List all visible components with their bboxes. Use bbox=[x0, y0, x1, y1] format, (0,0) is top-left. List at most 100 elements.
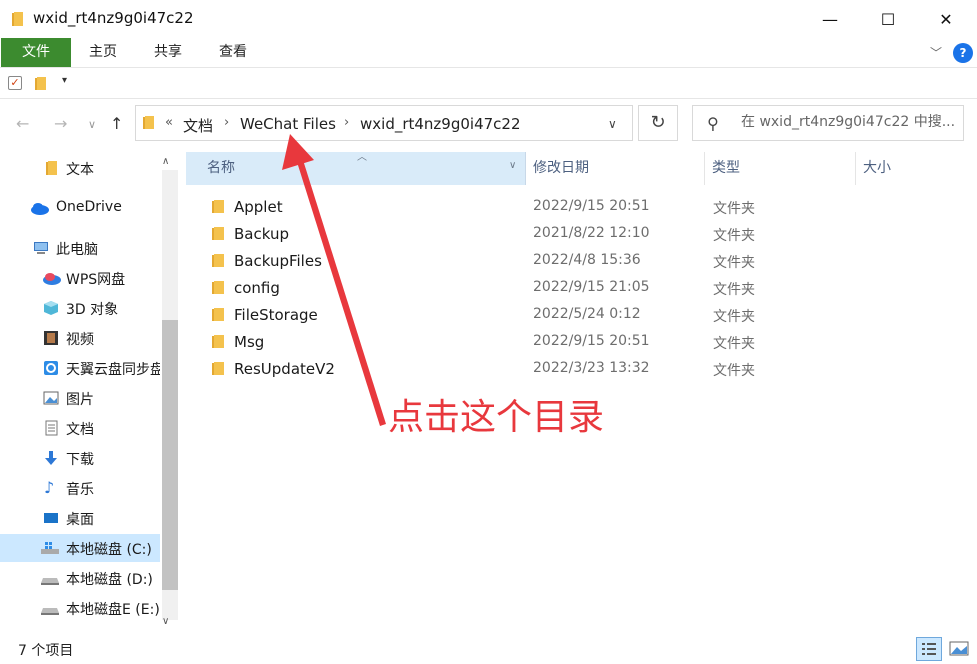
sidebar-item-3d[interactable]: 3D 对象 bbox=[0, 294, 160, 322]
column-header-name[interactable]: 名称 bbox=[186, 152, 526, 185]
file-type: 文件夹 bbox=[713, 336, 755, 352]
column-header-type[interactable]: 类型 bbox=[706, 152, 856, 185]
sidebar-item-wps[interactable]: WPS网盘 bbox=[0, 264, 160, 292]
folder-icon bbox=[143, 116, 154, 129]
sort-ascending-icon: ︿ bbox=[357, 152, 367, 163]
large-icons-view-button[interactable] bbox=[946, 637, 972, 661]
up-arrow-icon[interactable]: ↑ bbox=[110, 114, 123, 133]
file-name: Applet bbox=[234, 198, 283, 216]
recent-locations-icon[interactable]: ∨ bbox=[88, 118, 96, 131]
tab-home[interactable]: 主页 bbox=[74, 38, 132, 67]
sidebar-item-drive-c[interactable]: 本地磁盘 (C:) bbox=[0, 534, 160, 562]
breadcrumb-separator-icon[interactable]: › bbox=[224, 115, 229, 130]
sidebar-item-tianyi[interactable]: 天翼云盘同步盘 bbox=[0, 354, 160, 382]
column-header-size[interactable]: 大小 bbox=[857, 152, 957, 185]
picture-icon bbox=[43, 391, 59, 405]
sidebar-item-drive-e[interactable]: 本地磁盘E (E:) bbox=[0, 594, 160, 622]
sidebar-item-label: 图片 bbox=[66, 392, 94, 408]
close-button[interactable]: ✕ bbox=[917, 0, 975, 38]
file-row-msg[interactable]: Msg 2022/9/15 20:51 文件夹 bbox=[186, 329, 956, 356]
large-icons-view-icon bbox=[949, 641, 969, 656]
chevron-down-icon[interactable]: ﹀ bbox=[927, 44, 945, 62]
breadcrumb-documents[interactable]: 文档 bbox=[183, 115, 213, 136]
sidebar-item-drive-d[interactable]: 本地磁盘 (D:) bbox=[0, 564, 160, 592]
file-type: 文件夹 bbox=[713, 363, 755, 379]
drive-icon bbox=[41, 608, 59, 615]
folder-icon bbox=[212, 308, 224, 321]
document-icon bbox=[45, 420, 58, 436]
search-box[interactable]: ⚲ bbox=[692, 105, 964, 141]
sidebar-item-pictures[interactable]: 图片 bbox=[0, 384, 160, 412]
file-row-applet[interactable]: Applet 2022/9/15 20:51 文件夹 bbox=[186, 194, 956, 221]
music-icon: ♪ bbox=[44, 478, 55, 497]
file-type: 文件夹 bbox=[713, 255, 755, 271]
sidebar-item-onedrive[interactable]: OneDrive bbox=[0, 194, 160, 222]
refresh-button[interactable]: ↻ bbox=[638, 105, 678, 141]
file-type: 文件夹 bbox=[713, 309, 755, 325]
help-button[interactable]: ? bbox=[953, 43, 973, 63]
back-arrow-icon[interactable]: ← bbox=[16, 114, 29, 133]
minimize-button[interactable]: — bbox=[801, 0, 859, 38]
scroll-up-arrow-icon[interactable]: ∧ bbox=[162, 156, 169, 167]
sidebar-item-documents[interactable]: 文档 bbox=[0, 414, 160, 442]
file-row-filestorage[interactable]: FileStorage 2022/5/24 0:12 文件夹 bbox=[186, 302, 956, 329]
sidebar-item-desktop[interactable]: 桌面 bbox=[0, 504, 160, 532]
customize-dropdown-icon[interactable]: ▾ bbox=[62, 75, 67, 86]
file-row-backup[interactable]: Backup 2021/8/22 12:10 文件夹 bbox=[186, 221, 956, 248]
file-row-backupfiles[interactable]: BackupFiles 2022/4/8 15:36 文件夹 bbox=[186, 248, 956, 275]
sync-icon bbox=[44, 361, 58, 375]
folder-icon bbox=[212, 281, 224, 294]
sidebar-item-videos[interactable]: 视频 bbox=[0, 324, 160, 352]
sidebar-item-this-pc[interactable]: 此电脑 bbox=[0, 234, 160, 262]
sidebar-item-music[interactable]: ♪ 音乐 bbox=[0, 474, 160, 502]
file-date: 2022/5/24 0:12 bbox=[533, 306, 641, 322]
sidebar-item-label: 此电脑 bbox=[56, 242, 98, 258]
tab-view[interactable]: 查看 bbox=[204, 38, 262, 67]
status-bar: 7 个项目 bbox=[0, 636, 977, 664]
address-bar[interactable]: « 文档 › WeChat Files › wxid_rt4nz9g0i47c2… bbox=[135, 105, 633, 141]
quick-access-toolbar: ✓ ▾ bbox=[0, 69, 977, 99]
tab-share[interactable]: 共享 bbox=[139, 38, 197, 67]
cube-icon bbox=[44, 301, 58, 315]
file-type: 文件夹 bbox=[713, 282, 755, 298]
annotation-text: 点击这个目录 bbox=[388, 397, 605, 438]
breadcrumb-wechat-files[interactable]: WeChat Files bbox=[240, 115, 336, 133]
address-dropdown-icon[interactable]: ∨ bbox=[608, 117, 617, 131]
folder-icon bbox=[212, 254, 224, 267]
file-row-resupdatev2[interactable]: ResUpdateV2 2022/3/23 13:32 文件夹 bbox=[186, 356, 956, 383]
file-date: 2021/8/22 12:10 bbox=[533, 225, 650, 241]
folder-icon bbox=[212, 362, 224, 375]
file-row-config[interactable]: config 2022/9/15 21:05 文件夹 bbox=[186, 275, 956, 302]
column-header-date[interactable]: 修改日期 bbox=[527, 152, 705, 185]
column-filter-dropdown-icon[interactable]: ∨ bbox=[509, 160, 516, 171]
search-icon: ⚲ bbox=[707, 114, 719, 133]
folder-icon bbox=[212, 200, 224, 213]
scroll-down-arrow-icon[interactable]: ∨ bbox=[162, 616, 169, 627]
computer-icon bbox=[34, 242, 48, 254]
tab-file[interactable]: 文件 bbox=[1, 38, 71, 67]
sidebar-item-text[interactable]: 文本 bbox=[0, 154, 160, 182]
maximize-button[interactable]: ☐ bbox=[859, 0, 917, 38]
sidebar-item-label: 下载 bbox=[66, 452, 94, 468]
download-icon bbox=[45, 451, 57, 465]
breadcrumb-separator-icon[interactable]: › bbox=[344, 115, 349, 130]
sidebar-item-label: 本地磁盘E (E:) bbox=[66, 602, 160, 618]
new-folder-icon[interactable] bbox=[34, 77, 48, 91]
item-count: 7 个项目 bbox=[18, 643, 74, 659]
sidebar-item-label: 视频 bbox=[66, 332, 94, 348]
sidebar-item-label: 天翼云盘同步盘 bbox=[66, 362, 160, 378]
file-name: BackupFiles bbox=[234, 252, 322, 270]
breadcrumb-overflow[interactable]: « bbox=[165, 115, 173, 130]
sidebar-item-label: 文档 bbox=[66, 422, 94, 438]
properties-icon[interactable]: ✓ bbox=[8, 76, 22, 90]
details-view-button[interactable] bbox=[916, 637, 942, 661]
search-input[interactable] bbox=[741, 114, 963, 130]
refresh-icon: ↻ bbox=[650, 112, 666, 133]
cloud-icon bbox=[31, 203, 49, 215]
forward-arrow-icon[interactable]: → bbox=[54, 114, 67, 133]
sidebar-item-downloads[interactable]: 下载 bbox=[0, 444, 160, 472]
breadcrumb-wxid[interactable]: wxid_rt4nz9g0i47c22 bbox=[360, 115, 521, 133]
file-name: ResUpdateV2 bbox=[234, 360, 335, 378]
sidebar-item-label: 本地磁盘 (C:) bbox=[66, 542, 152, 558]
scrollbar-thumb[interactable] bbox=[162, 320, 178, 590]
